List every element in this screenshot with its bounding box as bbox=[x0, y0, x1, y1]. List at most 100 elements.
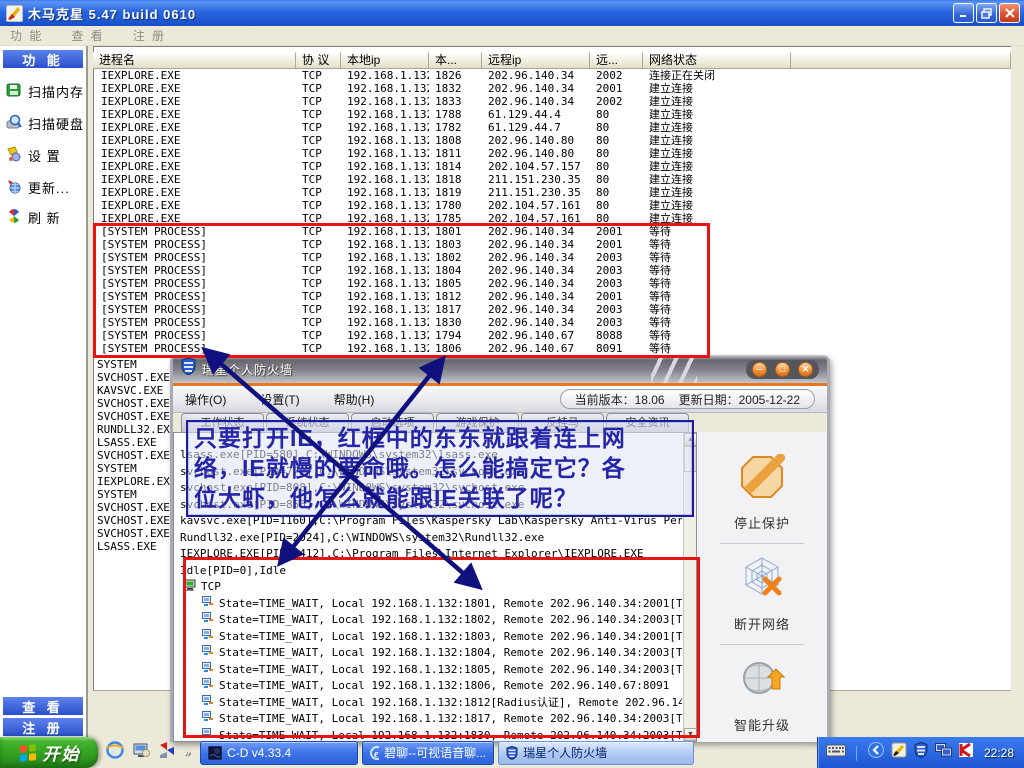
tcp-state-line[interactable]: State=TIME_WAIT, Local 192.168.1.132:181… bbox=[180, 711, 682, 728]
sidebar-item-scan-memory[interactable]: 扫描内存 bbox=[6, 82, 84, 101]
table-row[interactable]: [SYSTEM PROCESS] TCP 192.168.1.132 1830 … bbox=[93, 316, 1011, 329]
column-header-local-ip[interactable]: 本地ip bbox=[341, 52, 429, 69]
table-row[interactable]: IEXPLORE.EXE TCP 192.168.1.132 1782 61.1… bbox=[93, 121, 1011, 134]
table-row[interactable]: [SYSTEM PROCESS] TCP 192.168.1.132 1806 … bbox=[93, 342, 1011, 355]
list-item[interactable]: SVCHOST.EXE bbox=[97, 397, 176, 410]
network-tray-icon[interactable] bbox=[934, 743, 952, 762]
tcp-state-line[interactable]: State=TIME_WAIT, Local 192.168.1.132:180… bbox=[180, 661, 682, 679]
iparmor-tray-icon[interactable] bbox=[891, 742, 907, 763]
table-row[interactable]: [SYSTEM PROCESS] TCP 192.168.1.132 1803 … bbox=[93, 238, 1011, 251]
column-header-remote-ip[interactable]: 远程ip bbox=[482, 52, 590, 69]
firewall-process-line[interactable]: svchost.exe[PID=856],C:\WINDOWS\system32… bbox=[180, 497, 682, 514]
taskbar-task-cd[interactable]: C-D v4.33.4 bbox=[200, 740, 359, 765]
table-row[interactable]: [SYSTEM PROCESS] TCP 192.168.1.132 1794 … bbox=[93, 329, 1011, 342]
menu-item[interactable]: 注 册 bbox=[133, 27, 166, 44]
table-row[interactable]: [SYSTEM PROCESS] TCP 192.168.1.132 1812 … bbox=[93, 290, 1011, 303]
sidebar-item-update[interactable]: 更新... bbox=[6, 178, 70, 197]
table-row[interactable]: IEXPLORE.EXE TCP 192.168.1.132 1808 202.… bbox=[93, 134, 1011, 147]
menu-item-operate[interactable]: 操作(O) bbox=[185, 391, 226, 408]
firewall-process-line[interactable]: svchost.exe[PID=808],C:\WINDOWS\system32… bbox=[180, 480, 682, 497]
firewall-tab[interactable]: 安全资讯 bbox=[606, 413, 689, 432]
table-row[interactable]: IEXPLORE.EXE TCP 192.168.1.132 1832 202.… bbox=[93, 82, 1011, 95]
table-row[interactable]: [SYSTEM PROCESS] TCP 192.168.1.132 1805 … bbox=[93, 277, 1011, 290]
list-item[interactable]: SVCHOST.EXE bbox=[97, 371, 176, 384]
menu-item-help[interactable]: 帮助(H) bbox=[334, 391, 375, 408]
table-row[interactable]: IEXPLORE.EXE TCP 192.168.1.132 1785 202.… bbox=[93, 212, 1011, 225]
tcp-state-line[interactable]: State=TIME_WAIT, Local 192.168.1.132:180… bbox=[180, 645, 682, 662]
stop-protection-button[interactable]: 停止保护 bbox=[734, 451, 790, 532]
table-row[interactable]: [SYSTEM PROCESS] TCP 192.168.1.132 1804 … bbox=[93, 264, 1011, 277]
rising-tray-icon[interactable] bbox=[914, 741, 928, 763]
menu-item-settings[interactable]: 设置(T) bbox=[260, 391, 299, 408]
sidebar-view-button[interactable]: 查 看 bbox=[3, 697, 83, 715]
table-row[interactable]: [SYSTEM PROCESS] TCP 192.168.1.132 1802 … bbox=[93, 251, 1011, 264]
list-item[interactable]: SVCHOST.EXE bbox=[97, 410, 176, 423]
table-row[interactable]: IEXPLORE.EXE TCP 192.168.1.132 1818 211.… bbox=[93, 173, 1011, 186]
column-header-local-port[interactable]: 本... bbox=[429, 52, 482, 69]
tcp-tree-node[interactable]: TCP bbox=[180, 579, 682, 596]
list-item[interactable]: LSASS.EXE bbox=[97, 540, 176, 553]
tcp-state-line[interactable]: State=TIME_WAIT, Local 192.168.1.132:180… bbox=[180, 595, 682, 613]
close-button[interactable] bbox=[999, 3, 1020, 23]
list-item[interactable]: SYSTEM bbox=[97, 358, 176, 371]
firewall-close-button[interactable]: ✕ bbox=[798, 361, 813, 377]
minimize-button[interactable] bbox=[953, 3, 974, 23]
tcp-state-line[interactable]: State=TIME_WAIT, Local 192.168.1.132:180… bbox=[180, 612, 682, 629]
media-icon[interactable] bbox=[158, 741, 176, 764]
column-header-remote-port[interactable]: 远... bbox=[590, 52, 643, 69]
kaspersky-tray-icon[interactable] bbox=[958, 742, 973, 762]
scroll-thumb[interactable] bbox=[684, 446, 696, 472]
desktop-icon[interactable] bbox=[132, 741, 150, 764]
restore-button[interactable] bbox=[976, 3, 997, 23]
tcp-state-line[interactable]: State=TIME_WAIT, Local 192.168.1.132:181… bbox=[180, 694, 682, 712]
column-header-protocol[interactable]: 协 议 bbox=[296, 52, 341, 69]
list-item[interactable]: LSASS.EXE bbox=[97, 436, 176, 449]
list-item[interactable]: RUNDLL32.EXE bbox=[97, 423, 176, 436]
sidebar-item-refresh[interactable]: 刷 新 bbox=[6, 208, 61, 227]
table-row[interactable]: [SYSTEM PROCESS] TCP 192.168.1.132 1817 … bbox=[93, 303, 1011, 316]
list-item[interactable]: IEXPLORE.EXE bbox=[97, 475, 176, 488]
table-row[interactable]: [SYSTEM PROCESS] TCP 192.168.1.132 1801 … bbox=[93, 225, 1011, 238]
taskbar-task-firewall[interactable]: 瑞星个人防火墙 bbox=[498, 740, 695, 765]
tcp-state-line[interactable]: State=TIME_WAIT, Local 192.168.1.132:180… bbox=[180, 628, 682, 646]
smart-upgrade-button[interactable]: 智能升级 bbox=[734, 656, 790, 734]
menu-item[interactable]: 查 看 bbox=[71, 27, 104, 44]
sidebar-register-button[interactable]: 注 册 bbox=[3, 718, 83, 736]
table-row[interactable]: IEXPLORE.EXE TCP 192.168.1.132 1833 202.… bbox=[93, 95, 1011, 108]
list-item[interactable]: SVCHOST.EXE bbox=[97, 527, 176, 540]
firewall-tab[interactable]: 工作状态 bbox=[181, 413, 264, 432]
list-item[interactable]: SYSTEM bbox=[97, 488, 176, 501]
table-row[interactable]: IEXPLORE.EXE TCP 192.168.1.132 1814 202.… bbox=[93, 160, 1011, 173]
list-item[interactable]: SVCHOST.EXE bbox=[97, 449, 176, 462]
firewall-tab[interactable]: 游戏保护 bbox=[436, 413, 519, 432]
quick-launch-overflow-chevron[interactable]: » bbox=[184, 747, 190, 759]
firewall-list-scrollbar[interactable]: ▲ ▼ bbox=[683, 433, 696, 741]
firewall-restore-button[interactable]: □ bbox=[775, 361, 790, 377]
firewall-tab[interactable]: 启动选项 bbox=[351, 413, 434, 432]
list-item[interactable]: KAVSVC.EXE bbox=[97, 384, 176, 397]
sidebar-item-scan-disk[interactable]: 扫描硬盘 bbox=[6, 114, 84, 133]
firewall-process-line[interactable]: Idle[PID=0],Idle bbox=[180, 563, 682, 580]
firewall-minimize-button[interactable]: ─ bbox=[752, 361, 767, 377]
taskbar-task-biliao[interactable]: e 碧聊--可视语音聊... bbox=[362, 740, 495, 765]
firewall-process-line[interactable]: Rundll32.exe[PID=2024],C:\WINDOWS\system… bbox=[180, 530, 682, 547]
firewall-tab[interactable]: 系统状态 bbox=[266, 413, 349, 432]
list-item[interactable]: SVCHOST.EXE bbox=[97, 514, 176, 527]
keyboard-icon[interactable] bbox=[826, 744, 847, 762]
list-item[interactable]: SVCHOST.EXE bbox=[97, 501, 176, 514]
firewall-tab[interactable]: 反挂马 bbox=[521, 413, 604, 432]
table-row[interactable]: IEXPLORE.EXE TCP 192.168.1.132 1826 202.… bbox=[93, 69, 1011, 82]
firewall-process-line[interactable]: IEXPLORE.EXE[PID=2412],C:\Program Files\… bbox=[180, 546, 682, 563]
firewall-process-line[interactable]: kavsvc.exe[PID=1160],C:\Program Files\Ka… bbox=[180, 513, 682, 530]
disconnect-network-button[interactable]: 断开网络 bbox=[734, 555, 790, 633]
table-row[interactable]: IEXPLORE.EXE TCP 192.168.1.132 1811 202.… bbox=[93, 147, 1011, 160]
sidebar-item-settings[interactable]: 设 置 bbox=[6, 146, 61, 165]
menu-item[interactable]: 功 能 bbox=[10, 27, 43, 44]
tcp-state-line[interactable]: State=TIME_WAIT, Local 192.168.1.132:180… bbox=[180, 678, 682, 695]
column-header-state[interactable]: 网络状态 bbox=[643, 52, 791, 69]
scroll-up-arrow[interactable]: ▲ bbox=[684, 433, 696, 446]
table-row[interactable]: IEXPLORE.EXE TCP 192.168.1.132 1780 202.… bbox=[93, 199, 1011, 212]
ie-icon[interactable]: e bbox=[106, 741, 124, 764]
hide-icons-chevron[interactable] bbox=[867, 742, 884, 763]
table-row[interactable]: IEXPLORE.EXE TCP 192.168.1.132 1819 211.… bbox=[93, 186, 1011, 199]
